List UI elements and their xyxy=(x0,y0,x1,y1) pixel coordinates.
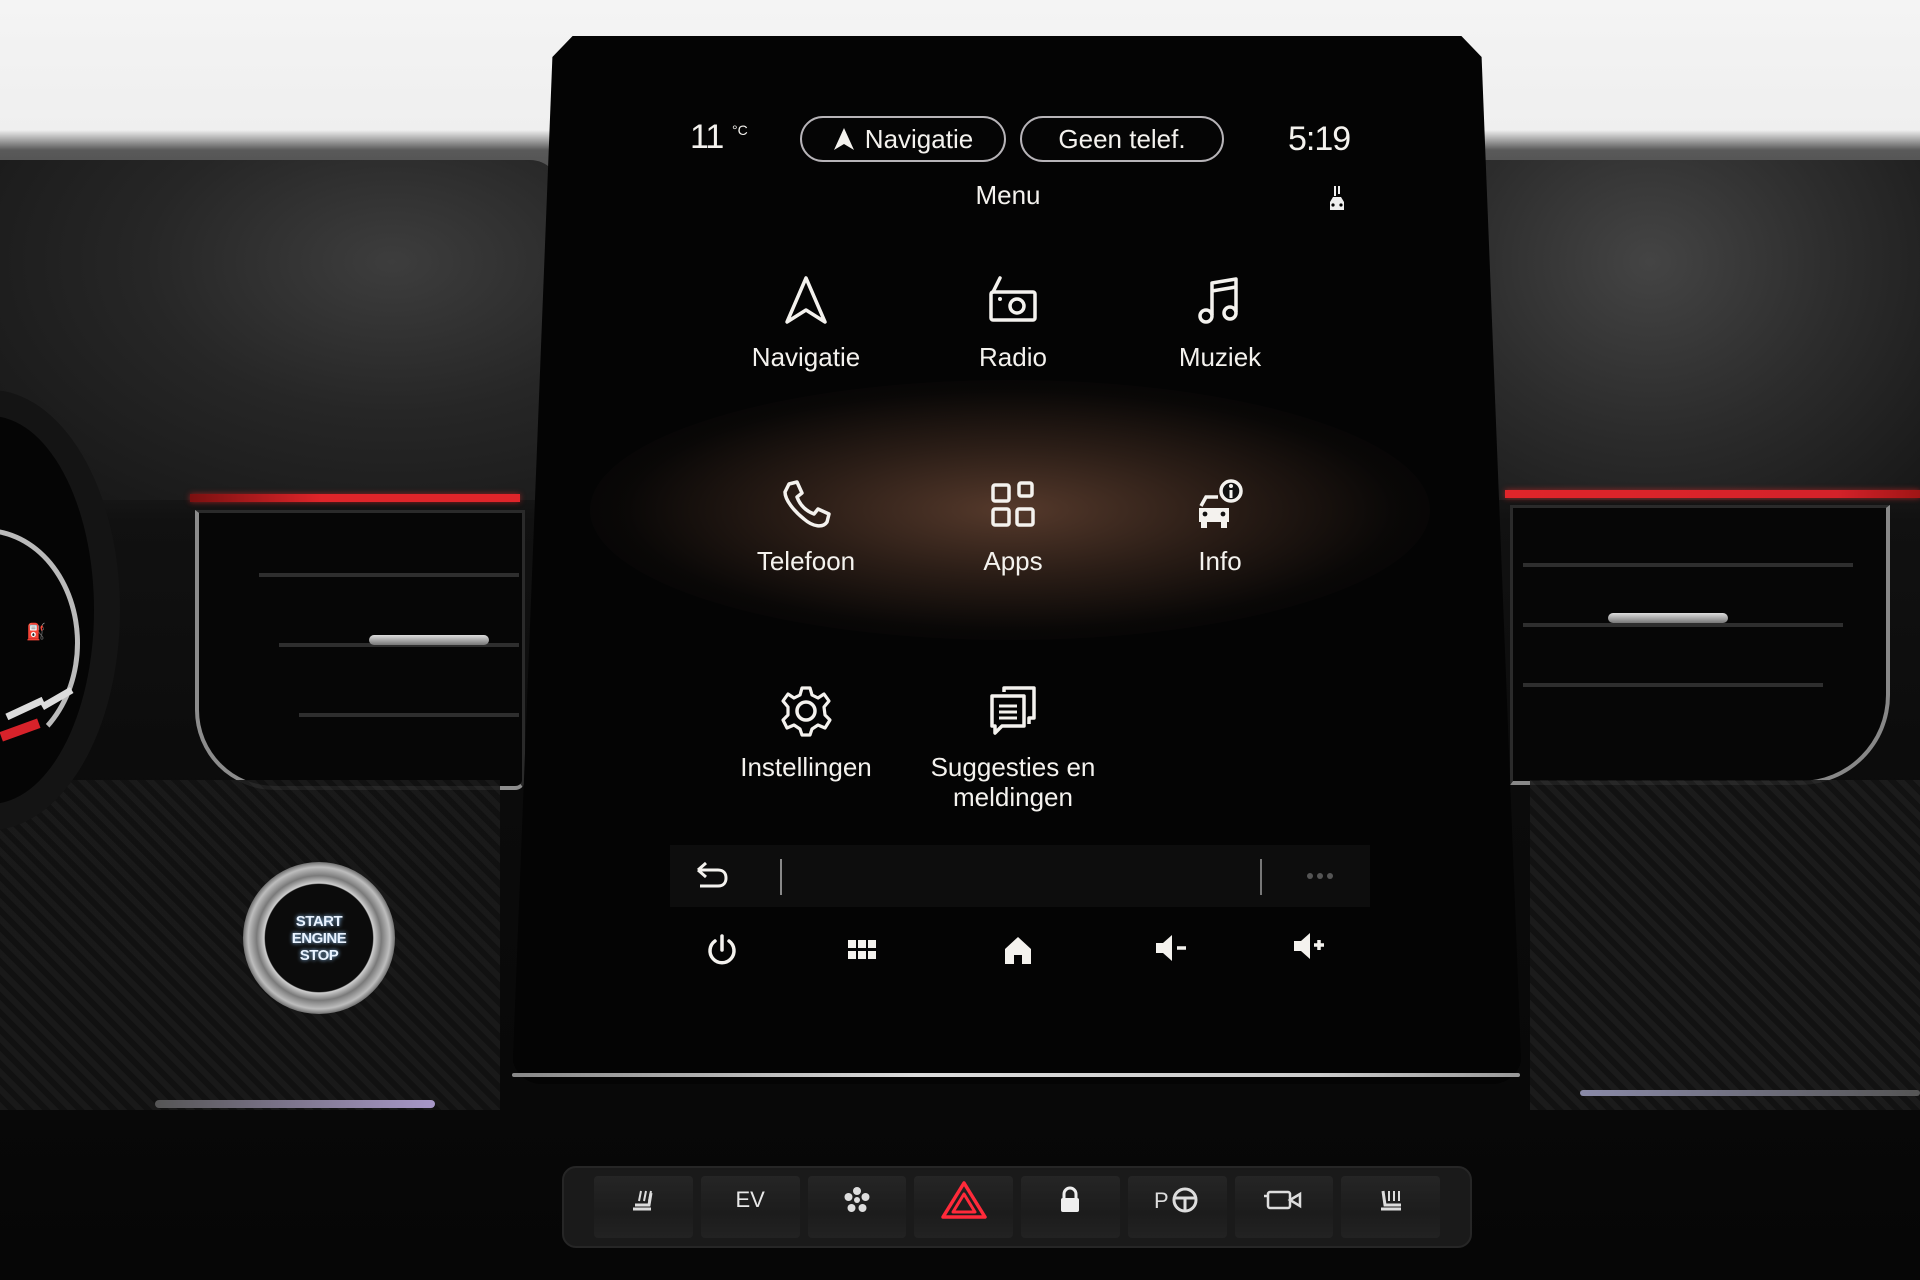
menu-tile-label: Apps xyxy=(983,546,1043,576)
carbon-trim-right xyxy=(1530,780,1920,1110)
outside-temperature: 11 xyxy=(690,118,724,156)
ambient-trim-right xyxy=(1580,1090,1920,1096)
start-stop-label: START ENGINE STOP xyxy=(292,913,347,964)
context-bar xyxy=(670,845,1370,907)
music-note-icon xyxy=(1198,277,1238,324)
screen-bezel-edge xyxy=(512,1073,1520,1077)
notifications-icon xyxy=(990,686,1036,735)
lock-icon xyxy=(1061,1186,1080,1212)
grid-icon xyxy=(848,940,876,959)
fuel-icon: ⛽ xyxy=(26,622,46,641)
phone-status-button[interactable]: Geen telef. xyxy=(1020,116,1224,162)
start-label: START xyxy=(295,912,343,930)
ev-label: EV xyxy=(735,1187,765,1212)
navigation-arrow-icon xyxy=(785,276,827,324)
home-icon xyxy=(1005,937,1031,964)
menu-tile-label: Navigatie xyxy=(751,342,861,372)
fan-button[interactable] xyxy=(807,1176,907,1238)
apps-grid-icon xyxy=(991,481,1035,527)
vent-slat xyxy=(1523,623,1843,627)
navigation-shortcut-label: Navigatie xyxy=(864,123,974,154)
volume-down-icon xyxy=(1156,935,1186,961)
menu-tile-info[interactable]: Info xyxy=(1120,476,1320,636)
more-options-button[interactable] xyxy=(1290,846,1350,906)
menu-tile-suggesties[interactable]: Suggesties en meldingen xyxy=(913,682,1113,842)
more-dots-icon xyxy=(1307,873,1333,879)
menu-tile-label: Suggesties en meldingen xyxy=(930,752,1096,812)
engine-label: ENGINE xyxy=(291,929,347,947)
menu-tile-muziek[interactable]: Muziek xyxy=(1120,272,1320,432)
phone-status-label: Geen telef. xyxy=(1058,123,1186,154)
ambient-light-right xyxy=(1505,490,1920,498)
dashboard-left-panel xyxy=(0,160,560,500)
dashboard-right-panel xyxy=(1470,160,1920,500)
radio-icon xyxy=(989,276,1037,322)
start-stop-button[interactable]: START ENGINE STOP xyxy=(243,862,395,1014)
vent-knob[interactable] xyxy=(369,635,489,645)
divider xyxy=(1260,859,1262,895)
vent-knob[interactable] xyxy=(1608,613,1728,623)
camera-button[interactable] xyxy=(1234,1176,1334,1238)
gear-icon xyxy=(781,686,832,737)
heated-seat-right-icon xyxy=(1380,1190,1401,1211)
menu-tile-label: Muziek xyxy=(1178,342,1262,372)
power-button[interactable] xyxy=(692,920,752,980)
heated-seat-right-button[interactable] xyxy=(1341,1176,1440,1238)
navigation-shortcut-button[interactable]: Navigatie xyxy=(800,116,1006,162)
menu-tile-label: Radio xyxy=(979,342,1047,372)
divider xyxy=(780,859,782,895)
menu-tile-instellingen[interactable]: Instellingen xyxy=(706,682,906,842)
hazard-icon xyxy=(940,1181,987,1219)
volume-up-button[interactable] xyxy=(1280,916,1340,976)
park-assist-button[interactable]: P xyxy=(1127,1176,1227,1238)
hazard-lights-button[interactable] xyxy=(914,1176,1013,1238)
car-info-icon xyxy=(1199,479,1243,528)
vent-slat xyxy=(1523,563,1853,567)
home-button[interactable] xyxy=(988,920,1048,980)
back-arrow-icon xyxy=(697,861,728,888)
ev-mode-button[interactable]: EV xyxy=(700,1176,800,1238)
menu-tile-apps[interactable]: Apps xyxy=(913,476,1113,636)
park-assist-icon: P xyxy=(1154,1187,1198,1213)
menu-tile-telefoon[interactable]: Telefoon xyxy=(706,476,906,636)
camera-icon xyxy=(1263,1190,1302,1210)
temperature-unit: °C xyxy=(732,122,748,138)
stop-label: STOP xyxy=(299,946,339,964)
ambient-trim-left xyxy=(155,1100,435,1108)
phone-icon xyxy=(783,480,831,528)
menu-tile-label: Telefoon xyxy=(756,546,856,576)
volume-down-button[interactable] xyxy=(1142,918,1202,978)
fan-icon xyxy=(844,1187,870,1212)
menu-tile-radio[interactable]: Radio xyxy=(913,272,1113,432)
navigation-arrow-icon xyxy=(833,128,854,150)
power-icon xyxy=(708,934,736,965)
back-button[interactable] xyxy=(682,846,742,906)
heated-seat-left-icon xyxy=(633,1190,653,1211)
ambient-light-left xyxy=(190,494,520,502)
air-vent-right xyxy=(1510,505,1890,785)
heated-seat-left-button[interactable] xyxy=(594,1176,693,1238)
car-status-icon[interactable] xyxy=(1325,184,1349,214)
air-vent-left xyxy=(195,510,525,790)
menu-tile-label: Instellingen xyxy=(740,752,872,782)
menu-tile-label: Info xyxy=(1198,546,1242,576)
svg-text:P: P xyxy=(1154,1188,1169,1213)
vent-slat xyxy=(299,713,519,717)
menu-tile-navigatie[interactable]: Navigatie xyxy=(706,272,906,432)
clock: 5:19 xyxy=(1288,120,1351,158)
volume-up-icon xyxy=(1294,933,1324,959)
page-title: Menu xyxy=(975,180,1041,210)
central-lock-button[interactable] xyxy=(1021,1176,1120,1238)
vent-slat xyxy=(259,573,519,577)
apps-button[interactable] xyxy=(832,920,892,980)
vent-slat xyxy=(1523,683,1823,687)
hardware-button-row: EV P xyxy=(562,1166,1472,1248)
